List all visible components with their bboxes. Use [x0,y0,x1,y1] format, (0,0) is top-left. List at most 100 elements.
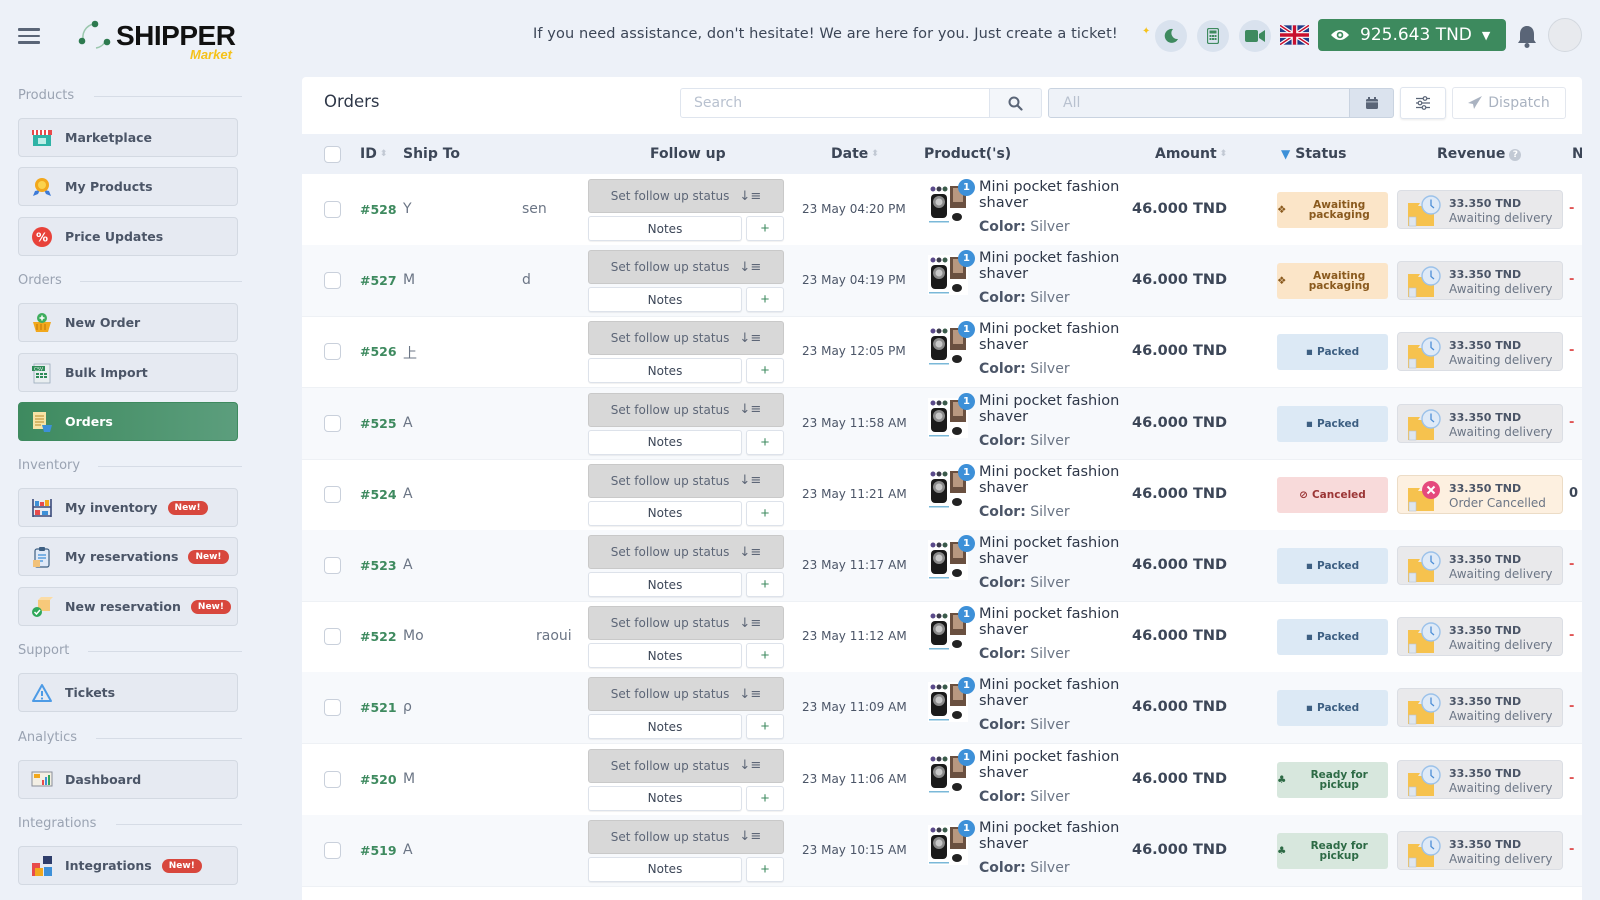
avatar[interactable] [1548,18,1582,52]
set-follow-up-status-button[interactable]: Set follow up status ↓≡ [588,321,784,356]
set-follow-up-status-button[interactable]: Set follow up status ↓≡ [588,463,784,498]
filter-settings-button[interactable] [1400,87,1446,119]
order-id-link[interactable]: #528 [360,202,397,217]
calendar-button[interactable] [1350,88,1394,118]
status-badge[interactable]: ▪ Packed [1277,690,1388,727]
sidebar-item-my-products[interactable]: My Products [18,167,238,206]
order-id-link[interactable]: #523 [360,558,397,573]
status-badge[interactable]: ▪ Packed [1277,619,1388,656]
set-follow-up-status-button[interactable]: Set follow up status ↓≡ [588,819,784,854]
revenue-badge[interactable]: 33.350 TND Awaiting delivery [1397,617,1563,657]
status-badge[interactable]: ♣ Ready for pickup [1277,761,1388,798]
notes-button[interactable]: Notes [588,643,742,669]
sidebar-item-new-reservation[interactable]: New reservation New! [18,587,238,626]
order-id-link[interactable]: #527 [360,273,397,288]
revenue-badge[interactable]: 33.350 TND Awaiting delivery [1397,403,1563,443]
dark-mode-button[interactable] [1155,20,1187,52]
sidebar-item-integrations[interactable]: Integrations New! [18,846,238,885]
column-header-amount[interactable]: Amount ⬍ [1155,146,1227,162]
help-icon[interactable]: ? [1509,149,1522,161]
status-badge[interactable]: ❖ Awaiting packaging [1277,192,1388,228]
product-name[interactable]: Mini pocket fashion shaver [979,606,1139,638]
logo[interactable]: SHIPPER Market [78,16,248,62]
sidebar-item-price-updates[interactable]: % Price Updates [18,217,238,256]
revenue-badge[interactable]: 33.350 TND Awaiting delivery [1397,688,1563,728]
status-badge[interactable]: ♣ Ready for pickup [1277,832,1388,869]
notes-button[interactable]: Notes [588,429,742,455]
notes-button[interactable]: Notes [588,358,742,384]
uk-flag-icon[interactable] [1280,25,1309,45]
sidebar-item-marketplace[interactable]: Marketplace [18,118,238,157]
notes-button[interactable]: Notes [588,714,742,740]
product-name[interactable]: Mini pocket fashion shaver [979,250,1139,282]
order-id-link[interactable]: #519 [360,843,397,858]
row-checkbox[interactable] [324,414,341,432]
select-all-checkbox[interactable] [324,146,341,163]
revenue-badge[interactable]: 33.350 TND Awaiting delivery [1397,261,1563,301]
row-checkbox[interactable] [324,343,341,361]
video-tutorial-button[interactable] [1239,20,1271,52]
product-name[interactable]: Mini pocket fashion shaver [979,820,1139,852]
row-checkbox[interactable] [324,699,341,717]
status-badge[interactable]: ▪ Packed [1277,334,1388,371]
row-checkbox[interactable] [324,841,341,859]
sidebar-item-bulk-import[interactable]: CSV Bulk Import [18,353,238,392]
add-note-button[interactable]: + [746,643,784,669]
row-checkbox[interactable] [324,201,341,218]
dispatch-button[interactable]: Dispatch [1452,87,1566,119]
status-badge[interactable]: ▪ Packed [1277,548,1388,584]
set-follow-up-status-button[interactable]: Set follow up status ↓≡ [588,748,784,783]
add-note-button[interactable]: + [746,287,784,313]
order-id-link[interactable]: #526 [360,344,397,359]
notes-button[interactable]: Notes [588,500,742,526]
status-badge[interactable]: ▪ Packed [1277,405,1388,442]
product-name[interactable]: Mini pocket fashion shaver [979,179,1139,211]
product-name[interactable]: Mini pocket fashion shaver [979,393,1139,425]
revenue-badge[interactable]: 33.350 TND Awaiting delivery [1397,830,1563,870]
revenue-badge[interactable]: 33.350 TND Awaiting delivery [1397,759,1563,799]
set-follow-up-status-button[interactable]: Set follow up status ↓≡ [588,250,784,285]
balance-dropdown[interactable]: 925.643 TND ▼ [1318,19,1506,51]
revenue-badge[interactable]: 33.350 TND Awaiting delivery [1397,190,1563,229]
product-name[interactable]: Mini pocket fashion shaver [979,321,1139,353]
set-follow-up-status-button[interactable]: Set follow up status ↓≡ [588,606,784,641]
notes-button[interactable]: Notes [588,572,742,597]
revenue-badge[interactable]: 33.350 TND Order Cancelled [1397,474,1563,514]
bell-icon[interactable] [1516,24,1538,48]
set-follow-up-status-button[interactable]: Set follow up status ↓≡ [588,535,784,569]
order-id-link[interactable]: #524 [360,487,397,502]
sidebar-item-my-reservations[interactable]: My reservations New! [18,537,238,576]
notes-button[interactable]: Notes [588,856,742,882]
revenue-badge[interactable]: 33.350 TND Awaiting delivery [1397,332,1563,372]
revenue-badge[interactable]: 33.350 TND Awaiting delivery [1397,546,1563,585]
column-header-id[interactable]: ID ⬍ [360,146,387,162]
row-checkbox[interactable] [324,485,341,503]
product-name[interactable]: Mini pocket fashion shaver [979,749,1139,781]
product-name[interactable]: Mini pocket fashion shaver [979,535,1139,567]
add-note-button[interactable]: + [746,216,784,241]
add-note-button[interactable]: + [746,429,784,455]
add-note-button[interactable]: + [746,714,784,740]
add-note-button[interactable]: + [746,785,784,811]
sidebar-item-new-order[interactable]: New Order [18,303,238,342]
add-note-button[interactable]: + [746,500,784,526]
calculator-button[interactable] [1197,20,1229,52]
search-input[interactable] [680,88,990,118]
date-range-input[interactable] [1048,88,1350,118]
add-note-button[interactable]: + [746,572,784,597]
sidebar-item-my-inventory[interactable]: My inventory New! [18,488,238,527]
search-button[interactable] [990,88,1042,118]
sidebar-item-dashboard[interactable]: Dashboard [18,760,238,799]
product-name[interactable]: Mini pocket fashion shaver [979,677,1139,709]
order-id-link[interactable]: #522 [360,629,397,644]
set-follow-up-status-button[interactable]: Set follow up status ↓≡ [588,179,784,213]
set-follow-up-status-button[interactable]: Set follow up status ↓≡ [588,392,784,427]
row-checkbox[interactable] [324,770,341,788]
status-badge[interactable]: ⊘ Canceled [1277,476,1388,513]
order-id-link[interactable]: #521 [360,700,397,715]
row-checkbox[interactable] [324,628,341,646]
set-follow-up-status-button[interactable]: Set follow up status ↓≡ [588,677,784,712]
product-name[interactable]: Mini pocket fashion shaver [979,464,1139,496]
notes-button[interactable]: Notes [588,216,742,241]
row-checkbox[interactable] [324,272,341,290]
